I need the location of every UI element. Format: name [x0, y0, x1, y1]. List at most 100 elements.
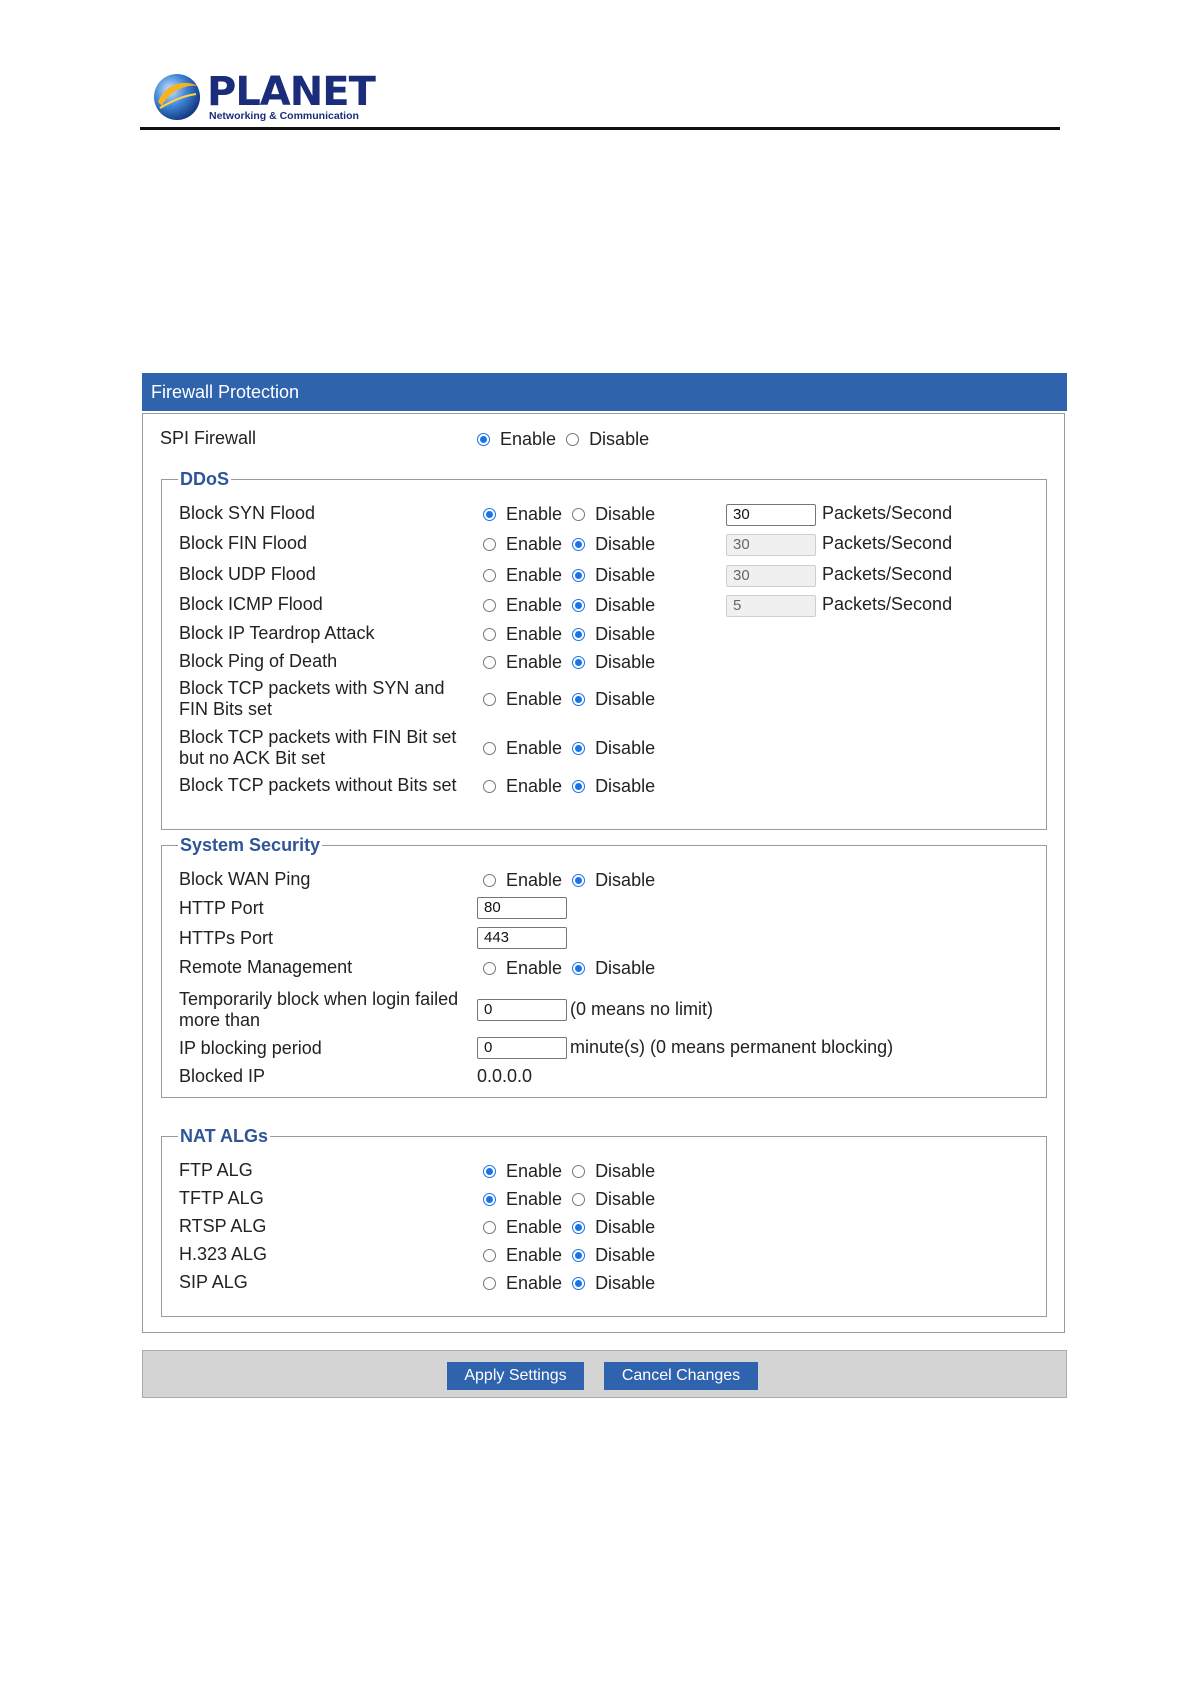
- enable-radio[interactable]: [483, 742, 496, 755]
- spi-disable-radio[interactable]: [566, 433, 580, 446]
- ip-blocking-period-hint: minute(s) (0 means permanent blocking): [570, 1037, 894, 1057]
- header-divider: [140, 127, 1060, 130]
- enable-radio[interactable]: [483, 1277, 496, 1290]
- disable-radio[interactable]: [572, 569, 586, 582]
- disable-radio[interactable]: [572, 1165, 586, 1178]
- disable-label: Disable: [595, 870, 656, 890]
- brand-tagline: Networking & Communication: [209, 110, 359, 122]
- http-port-label: HTTP Port: [179, 898, 264, 918]
- enable-radio[interactable]: [483, 1193, 496, 1206]
- ip-blocking-period-input[interactable]: 0: [477, 1037, 567, 1059]
- nat-alg-label: FTP ALG: [179, 1160, 253, 1180]
- spi-firewall-label: SPI Firewall: [160, 428, 257, 448]
- ddos-row-radios: Enable Disable: [483, 504, 665, 525]
- enable-label: Enable: [506, 1217, 563, 1237]
- enable-radio[interactable]: [483, 1165, 496, 1178]
- enable-radio[interactable]: [483, 599, 496, 612]
- rate-unit: Packets/Second: [822, 533, 953, 553]
- disable-radio[interactable]: [572, 599, 586, 612]
- spi-firewall-radio-group: Enable Disable: [477, 429, 659, 450]
- apply-settings-button[interactable]: Apply Settings: [447, 1362, 584, 1390]
- ddos-row-radios: Enable Disable: [483, 534, 665, 555]
- ddos-row-label: Block IP Teardrop Attack: [179, 623, 375, 643]
- enable-label: Enable: [506, 1189, 563, 1209]
- planet-logo: PLANET Networking & Communication: [152, 70, 376, 126]
- disable-radio[interactable]: [572, 656, 586, 669]
- https-port-input[interactable]: 443: [477, 927, 567, 949]
- nat-alg-label: TFTP ALG: [179, 1188, 264, 1208]
- nat-algs-legend: NAT ALGs: [180, 1126, 268, 1146]
- login-fail-hint: (0 means no limit): [570, 999, 714, 1019]
- disable-radio[interactable]: [572, 962, 586, 975]
- enable-radio[interactable]: [483, 508, 496, 521]
- login-fail-limit-input[interactable]: 0: [477, 999, 567, 1021]
- disable-radio[interactable]: [572, 538, 586, 551]
- nat-alg-radios: Enable Disable: [483, 1273, 665, 1294]
- spi-enable-radio[interactable]: [477, 433, 490, 446]
- ddos-row-radios: Enable Disable: [483, 595, 665, 616]
- disable-radio[interactable]: [572, 742, 586, 755]
- disable-label: Disable: [595, 738, 656, 758]
- disable-radio[interactable]: [572, 1193, 586, 1206]
- remote-management-label: Remote Management: [179, 957, 353, 977]
- disable-radio[interactable]: [572, 1249, 586, 1262]
- panel-title: Firewall Protection: [142, 373, 1067, 411]
- enable-label: Enable: [506, 776, 563, 796]
- ddos-row-label: Block TCP packets with SYN and FIN Bits …: [179, 678, 445, 719]
- enable-radio[interactable]: [483, 538, 496, 551]
- enable-label: Enable: [506, 738, 563, 758]
- https-port-label: HTTPs Port: [179, 928, 274, 948]
- disable-label: Disable: [595, 624, 656, 644]
- enable-label: Enable: [506, 870, 563, 890]
- enable-radio[interactable]: [483, 693, 496, 706]
- ddos-row-radios: Enable Disable: [483, 738, 665, 759]
- rate-unit: Packets/Second: [822, 503, 953, 523]
- disable-radio[interactable]: [572, 1277, 586, 1290]
- disable-label: Disable: [595, 958, 656, 978]
- cancel-changes-button[interactable]: Cancel Changes: [604, 1362, 758, 1390]
- disable-radio[interactable]: [572, 628, 586, 641]
- enable-label: Enable: [506, 958, 563, 978]
- ddos-row-radios: Enable Disable: [483, 776, 665, 797]
- firewall-panel: SPI Firewall Enable Disable DDoS Block S…: [142, 413, 1065, 1333]
- enable-label: Enable: [506, 1161, 563, 1181]
- block-wan-ping-radios: Enable Disable: [483, 870, 665, 891]
- ddos-row-label: Block TCP packets without Bits set: [179, 775, 457, 795]
- nat-alg-label: H.323 ALG: [179, 1244, 268, 1264]
- remote-management-radios: Enable Disable: [483, 958, 665, 979]
- disable-radio[interactable]: [572, 508, 586, 521]
- disable-radio[interactable]: [572, 874, 586, 887]
- icmp-flood-rate-input[interactable]: 5: [726, 595, 816, 617]
- nat-alg-radios: Enable Disable: [483, 1217, 665, 1238]
- enable-radio[interactable]: [483, 780, 496, 793]
- disable-radio[interactable]: [572, 693, 586, 706]
- enable-label: Enable: [506, 534, 563, 554]
- syn-flood-rate-input[interactable]: 30: [726, 504, 816, 526]
- ddos-row-label: Block UDP Flood: [179, 564, 316, 584]
- action-bar: Apply Settings Cancel Changes: [142, 1350, 1067, 1398]
- globe-logo-icon: [154, 74, 200, 120]
- enable-radio[interactable]: [483, 656, 496, 669]
- rate-unit: Packets/Second: [822, 594, 953, 614]
- enable-radio[interactable]: [483, 1221, 496, 1234]
- enable-radio[interactable]: [483, 962, 496, 975]
- enable-label: Enable: [506, 1273, 563, 1293]
- ip-blocking-period-label: IP blocking period: [179, 1038, 322, 1058]
- enable-radio[interactable]: [483, 874, 496, 887]
- ddos-legend: DDoS: [180, 469, 229, 489]
- login-fail-block-label: Temporarily block when login failed more…: [179, 989, 459, 1030]
- blocked-ip-value: 0.0.0.0: [477, 1066, 533, 1086]
- spi-disable-label: Disable: [589, 429, 650, 449]
- fin-flood-rate-input[interactable]: 30: [726, 534, 816, 556]
- disable-label: Disable: [595, 504, 656, 524]
- enable-radio[interactable]: [483, 1249, 496, 1262]
- disable-radio[interactable]: [572, 1221, 586, 1234]
- enable-radio[interactable]: [483, 569, 496, 582]
- disable-radio[interactable]: [572, 780, 586, 793]
- udp-flood-rate-input[interactable]: 30: [726, 565, 816, 587]
- ddos-row-radios: Enable Disable: [483, 565, 665, 586]
- enable-label: Enable: [506, 624, 563, 644]
- http-port-input[interactable]: 80: [477, 897, 567, 919]
- enable-radio[interactable]: [483, 628, 496, 641]
- disable-label: Disable: [595, 1189, 656, 1209]
